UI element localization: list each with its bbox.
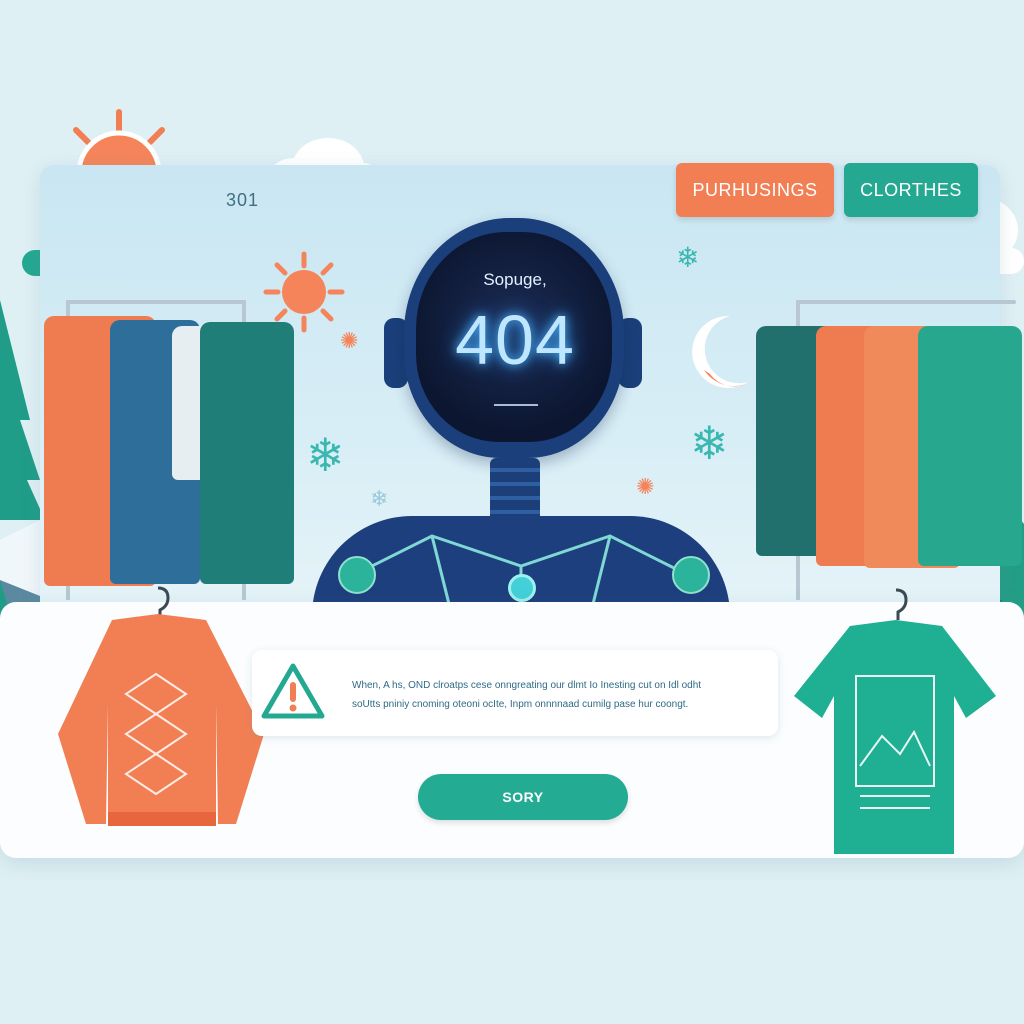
left-pine-tree <box>0 300 45 520</box>
snowflake-icon: ❄ <box>690 417 729 469</box>
teal-coat <box>200 322 294 584</box>
robot-mouth-line <box>494 404 538 406</box>
snowflake-icon: ✺ <box>636 474 655 499</box>
moon-icon <box>692 315 748 388</box>
alert-line-2: soUtts pniniy cnoming oteoni ocIte, Inpm… <box>352 699 689 710</box>
snowflake-icon: ❄ <box>370 486 389 511</box>
left-rack-bar <box>66 300 246 304</box>
warning-icon <box>261 663 325 719</box>
green-tee <box>918 326 1022 566</box>
tab-clothes[interactable]: CLORTHES <box>844 163 978 217</box>
sorry-button[interactable]: SORY <box>418 774 628 820</box>
robot-screen-caption: Sopuge, <box>483 270 547 289</box>
snowflake-icon: ❄ <box>676 242 700 273</box>
snowflake-icon: ❄ <box>306 429 345 481</box>
alert-line-1: When, A hs, OND clroatps cese onngreatin… <box>352 680 702 691</box>
alert-text: When, A hs, OND clroatps cese onngreatin… <box>352 676 762 714</box>
robot-shoulder-joint <box>338 556 376 594</box>
robot-shoulder-joint <box>672 556 710 594</box>
orange-sweater-hanger <box>58 586 264 826</box>
snowflake-icon: ✺ <box>340 328 359 353</box>
status-code-label: 301 <box>226 190 260 210</box>
right-rack-bar <box>796 300 1016 304</box>
robot-core-light <box>508 574 536 602</box>
tab-purchasings[interactable]: PURHUSINGS <box>676 163 834 217</box>
error-code-404: 404 <box>455 301 575 379</box>
green-tshirt-hanger <box>794 588 996 854</box>
